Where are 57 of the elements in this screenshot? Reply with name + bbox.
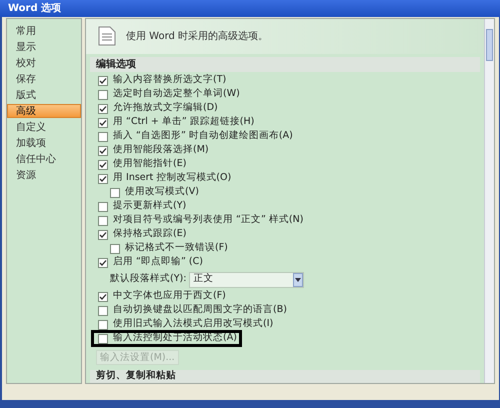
option-label: 允许拖放式文字编辑(D)	[113, 101, 218, 116]
option-label: 标记格式不一致错误(F)	[125, 241, 228, 256]
option-label: 使用旧式输入法模式启用改写模式(I)	[113, 317, 274, 332]
sidebar-item[interactable]: 显示	[7, 40, 81, 54]
option-label: 使用改写模式(V)	[125, 185, 199, 200]
sidebar-item[interactable]: 自定义	[7, 120, 81, 134]
checkbox[interactable]	[98, 334, 108, 344]
checkbox[interactable]	[110, 188, 120, 198]
option-label: 中文字体也应用于西文(F)	[113, 289, 226, 304]
checkbox[interactable]	[98, 202, 108, 212]
section-header: 剪切、复制和粘贴	[90, 370, 480, 383]
option-label: 用 Insert 控制改写模式(O)	[113, 171, 232, 186]
option-label: 提示更新样式(Y)	[113, 199, 186, 214]
section-header: 编辑选项	[90, 56, 480, 72]
option-label: 对项目符号或编号列表使用 “正文” 样式(N)	[113, 213, 304, 228]
checkbox[interactable]	[98, 230, 108, 240]
option-label: 插入 “自选图形” 时自动创建绘图画布(A)	[113, 129, 293, 144]
check-icon	[99, 258, 107, 266]
checkbox[interactable]	[98, 146, 108, 156]
check-icon	[99, 292, 107, 300]
window-title: Word 选项	[8, 2, 62, 16]
scrollbar[interactable]	[484, 19, 494, 383]
select-label: 默认段落样式(Y):	[110, 272, 186, 286]
checkbox[interactable]	[98, 292, 108, 302]
option-label: 自动切换键盘以匹配周围文字的语言(B)	[113, 303, 287, 318]
checkbox[interactable]	[98, 76, 108, 86]
checkbox[interactable]	[110, 244, 120, 254]
style-select[interactable]: 正文	[189, 272, 304, 288]
sidebar-item[interactable]: 保存	[7, 72, 81, 86]
sidebar-item[interactable]: 校对	[7, 56, 81, 70]
checkbox[interactable]	[98, 118, 108, 128]
option-label: 使用智能段落选择(M)	[113, 143, 209, 158]
checkbox[interactable]	[98, 104, 108, 114]
document-icon	[98, 26, 116, 46]
option-label: 保持格式跟踪(E)	[113, 227, 186, 242]
sidebar-item[interactable]: 资源	[7, 168, 81, 182]
checkbox[interactable]	[98, 160, 108, 170]
checkbox[interactable]	[98, 258, 108, 268]
checkbox[interactable]	[98, 320, 108, 330]
sidebar-item[interactable]: 常用	[7, 24, 81, 38]
sidebar-item[interactable]: 版式	[7, 88, 81, 102]
check-icon	[99, 76, 107, 84]
sidebar-item[interactable]: 高级	[7, 104, 81, 118]
checkbox[interactable]	[98, 132, 108, 142]
checkbox[interactable]	[98, 216, 108, 226]
option-label: 启用 “即点即输” (C)	[113, 255, 203, 270]
checkbox[interactable]	[98, 174, 108, 184]
option-label: 用 “Ctrl + 单击” 跟踪超链接(H)	[113, 115, 254, 130]
check-icon	[99, 230, 107, 238]
sidebar-item[interactable]: 信任中心	[7, 152, 81, 166]
option-label: 使用智能指针(E)	[113, 157, 186, 172]
checkbox[interactable]	[98, 306, 108, 316]
sidebar-item[interactable]: 加载项	[7, 136, 81, 150]
option-label: 选定时自动选定整个单词(W)	[113, 87, 240, 102]
checkbox[interactable]	[98, 90, 108, 100]
header-text: 使用 Word 时采用的高级选项。	[126, 30, 268, 44]
option-label: 输入内容替换所选文字(T)	[113, 73, 226, 88]
